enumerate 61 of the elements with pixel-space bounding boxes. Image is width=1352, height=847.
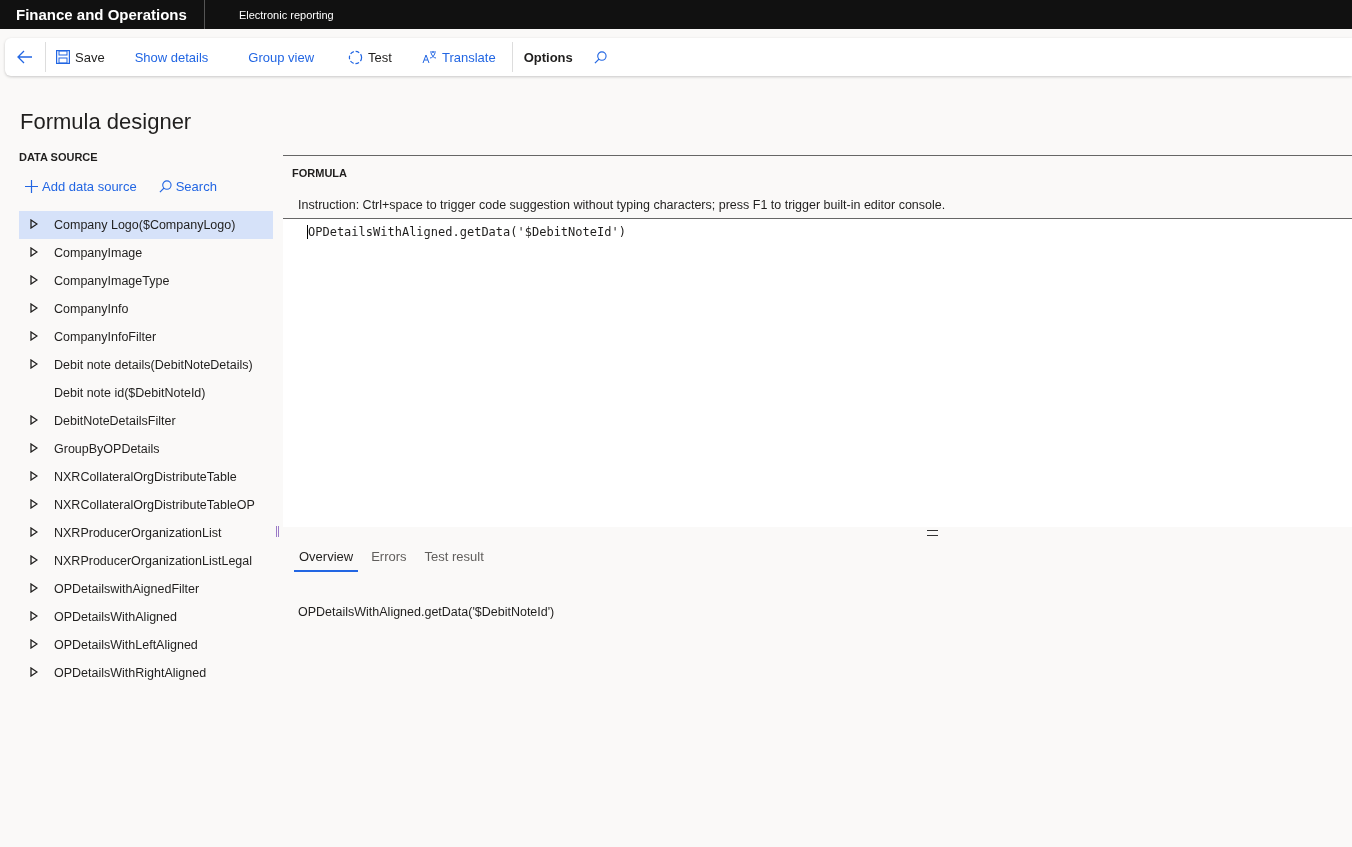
expand-triangle-icon[interactable]	[30, 583, 38, 593]
tree-item[interactable]: OPDetailswithAignedFilter	[19, 575, 273, 603]
search-icon	[593, 50, 607, 64]
tree-item[interactable]: OPDetailsWithLeftAligned	[19, 631, 273, 659]
expand-triangle-icon[interactable]	[30, 247, 38, 257]
expand-triangle-icon[interactable]	[30, 639, 38, 649]
tree-item[interactable]: NXRProducerOrganizationList	[19, 519, 273, 547]
expand-triangle-icon[interactable]	[30, 611, 38, 621]
result-tab[interactable]: Test result	[419, 545, 489, 572]
plus-icon	[25, 180, 38, 193]
search-button[interactable]: Search	[158, 179, 217, 194]
tree-item[interactable]: OPDetailsWithAligned	[19, 603, 273, 631]
instruction-text: Instruction: Ctrl+space to trigger code suggestion without typing characters; press F1 to trigger built-in editor console.	[298, 198, 947, 212]
section-heading: DATA SOURCE	[19, 151, 99, 163]
save-button[interactable]: Save	[46, 42, 115, 72]
toolbar-link[interactable]: Show details	[114, 42, 229, 72]
tree-item[interactable]: CompanyImage	[19, 239, 273, 267]
expand-triangle-icon[interactable]	[30, 415, 38, 425]
tree-item[interactable]: CompanyImageType	[19, 267, 273, 295]
page-title: Formula designer	[20, 109, 193, 135]
toolbar-link[interactable]: Group view	[228, 42, 335, 72]
translate-button[interactable]: Translate	[405, 42, 512, 72]
expand-triangle-icon[interactable]	[30, 359, 38, 369]
expand-triangle-icon[interactable]	[30, 499, 38, 509]
add-data-source-button[interactable]: Add data source	[25, 179, 137, 194]
tree-item[interactable]: NXRProducerOrganizationListLegal	[19, 547, 273, 575]
tree-item[interactable]: Debit note details(DebitNoteDetails)	[19, 351, 273, 379]
tree-item[interactable]: Debit note id($DebitNoteId)	[19, 379, 273, 407]
expand-triangle-icon[interactable]	[30, 331, 38, 341]
test-button[interactable]: Test	[334, 42, 406, 72]
result-text: OPDetailsWithAligned.getData('$DebitNoteId')	[298, 605, 556, 619]
options-tab[interactable]: Options	[512, 42, 584, 72]
splitter-handle[interactable]	[927, 530, 938, 536]
tree-item[interactable]: CompanyInfoFilter	[19, 323, 273, 351]
code-editor[interactable]: OPDetailsWithAligned.getData('$DebitNoteId')	[283, 218, 1352, 527]
tree-item[interactable]: Company Logo($CompanyLogo)	[19, 211, 273, 239]
app-title: Finance and Operations	[0, 0, 205, 29]
expand-triangle-icon[interactable]	[30, 667, 38, 677]
module-name: Electronic reporting	[238, 8, 334, 21]
expand-triangle-icon[interactable]	[30, 275, 38, 285]
tree-item[interactable]: CompanyInfo	[19, 295, 273, 323]
expand-triangle-icon[interactable]	[30, 471, 38, 481]
tree-item[interactable]: DebitNoteDetailsFilter	[19, 407, 273, 435]
tree-item[interactable]: NXRCollateralOrgDistributeTableOP	[19, 491, 273, 519]
tree-item[interactable]: OPDetailsWithRightAligned	[19, 659, 273, 687]
result-tab[interactable]: Errors	[366, 545, 412, 572]
back-arrow-icon	[17, 50, 33, 64]
result-tab[interactable]: Overview	[294, 545, 359, 572]
search-icon	[158, 180, 172, 193]
refresh-icon	[348, 49, 364, 65]
expand-triangle-icon[interactable]	[30, 555, 38, 565]
tree-item[interactable]: NXRCollateralOrgDistributeTable	[19, 463, 273, 491]
expand-triangle-icon[interactable]	[30, 219, 38, 229]
resize-grip[interactable]	[276, 526, 279, 537]
expand-triangle-icon[interactable]	[30, 527, 38, 537]
section-heading: FORMULA	[292, 167, 348, 179]
expand-triangle-icon[interactable]	[30, 303, 38, 313]
translate-icon	[421, 50, 437, 64]
tree-item[interactable]: GroupByOPDetails	[19, 435, 273, 463]
save-icon	[56, 50, 70, 64]
expand-triangle-icon[interactable]	[30, 443, 38, 453]
